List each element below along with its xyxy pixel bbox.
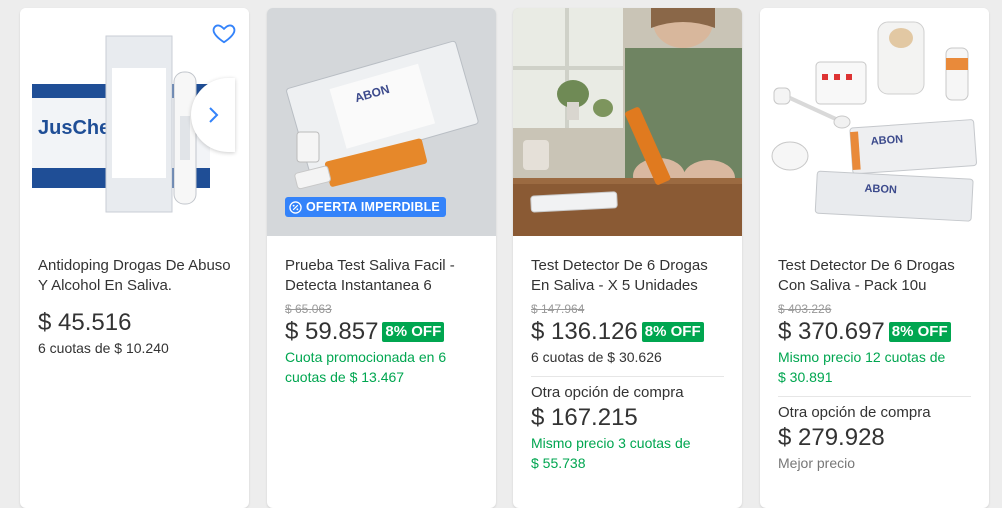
best-price-note: Mejor precio bbox=[778, 455, 856, 471]
price: $ 59.857 bbox=[285, 318, 379, 345]
heart-icon bbox=[212, 24, 236, 44]
other-option-installments: Mismo precio 3 cuotas de bbox=[531, 435, 691, 451]
other-option-price: $ 279.928 bbox=[778, 424, 885, 451]
divider bbox=[531, 376, 724, 377]
discount-badge: 8% OFF bbox=[382, 322, 445, 342]
offer-badge-label: OFERTA IMPERDIBLE bbox=[306, 200, 440, 214]
other-option-price: $ 167.215 bbox=[531, 404, 638, 431]
product-title[interactable]: Test Detector De 6 Drogas En Saliva - X … bbox=[531, 256, 724, 296]
other-option-installments-amount: $ 55.738 bbox=[531, 455, 586, 471]
svg-text:ABON: ABON bbox=[870, 133, 903, 147]
discount-badge: 8% OFF bbox=[888, 322, 951, 342]
installments: 6 cuotas de $ 30.626 bbox=[531, 349, 662, 365]
installments-promo: Mismo precio 12 cuotas de bbox=[778, 349, 946, 365]
product-card[interactable]: ABON OFERTA IMPERDIBLE Prueba Test Saliv… bbox=[267, 8, 496, 508]
price: $ 45.516 bbox=[38, 309, 132, 336]
other-option-label[interactable]: Otra opción de compra bbox=[778, 403, 971, 423]
offer-badge: OFERTA IMPERDIBLE bbox=[285, 197, 446, 217]
product-title[interactable]: Antidoping Drogas De Abuso Y Alcohol En … bbox=[38, 256, 231, 296]
installments-promo: Cuota promocionada en 6 bbox=[285, 349, 447, 365]
divider bbox=[778, 396, 971, 397]
product-image[interactable]: ABON OFERTA IMPERDIBLE bbox=[267, 8, 496, 236]
product-title[interactable]: Test Detector De 6 Drogas Con Saliva - P… bbox=[778, 256, 971, 296]
installments: 6 cuotas de $ 10.240 bbox=[38, 340, 169, 356]
product-card[interactable]: Test Detector De 6 Drogas En Saliva - X … bbox=[513, 8, 742, 508]
product-card[interactable]: ABON ABON Test Detector De 6 Drogas Con … bbox=[760, 8, 989, 508]
svg-text:ABON: ABON bbox=[864, 183, 897, 197]
old-price: $ 65.063 bbox=[285, 302, 332, 316]
product-carousel: JusChek Antidoping Drogas De Abuso Y Alc… bbox=[0, 0, 1002, 508]
price: $ 370.697 bbox=[778, 318, 885, 345]
favorite-button[interactable] bbox=[211, 20, 237, 46]
installments-promo-amount: cuotas de $ 13.467 bbox=[285, 369, 405, 385]
offer-percent-icon bbox=[289, 200, 302, 214]
woman-holding-test-photo bbox=[513, 8, 742, 236]
product-image[interactable]: ABON ABON bbox=[760, 8, 989, 236]
old-price: $ 403.226 bbox=[778, 302, 832, 316]
price: $ 136.126 bbox=[531, 318, 638, 345]
product-title[interactable]: Prueba Test Saliva Facil - Detecta Insta… bbox=[285, 256, 478, 296]
chevron-right-icon bbox=[209, 107, 219, 123]
discount-badge: 8% OFF bbox=[641, 322, 704, 342]
other-option-label[interactable]: Otra opción de compra bbox=[531, 383, 724, 403]
product-image[interactable] bbox=[513, 8, 742, 236]
abon-pack-product-photo: ABON ABON bbox=[760, 8, 989, 236]
old-price: $ 147.964 bbox=[531, 302, 585, 316]
installments-promo-amount: $ 30.891 bbox=[778, 369, 833, 385]
